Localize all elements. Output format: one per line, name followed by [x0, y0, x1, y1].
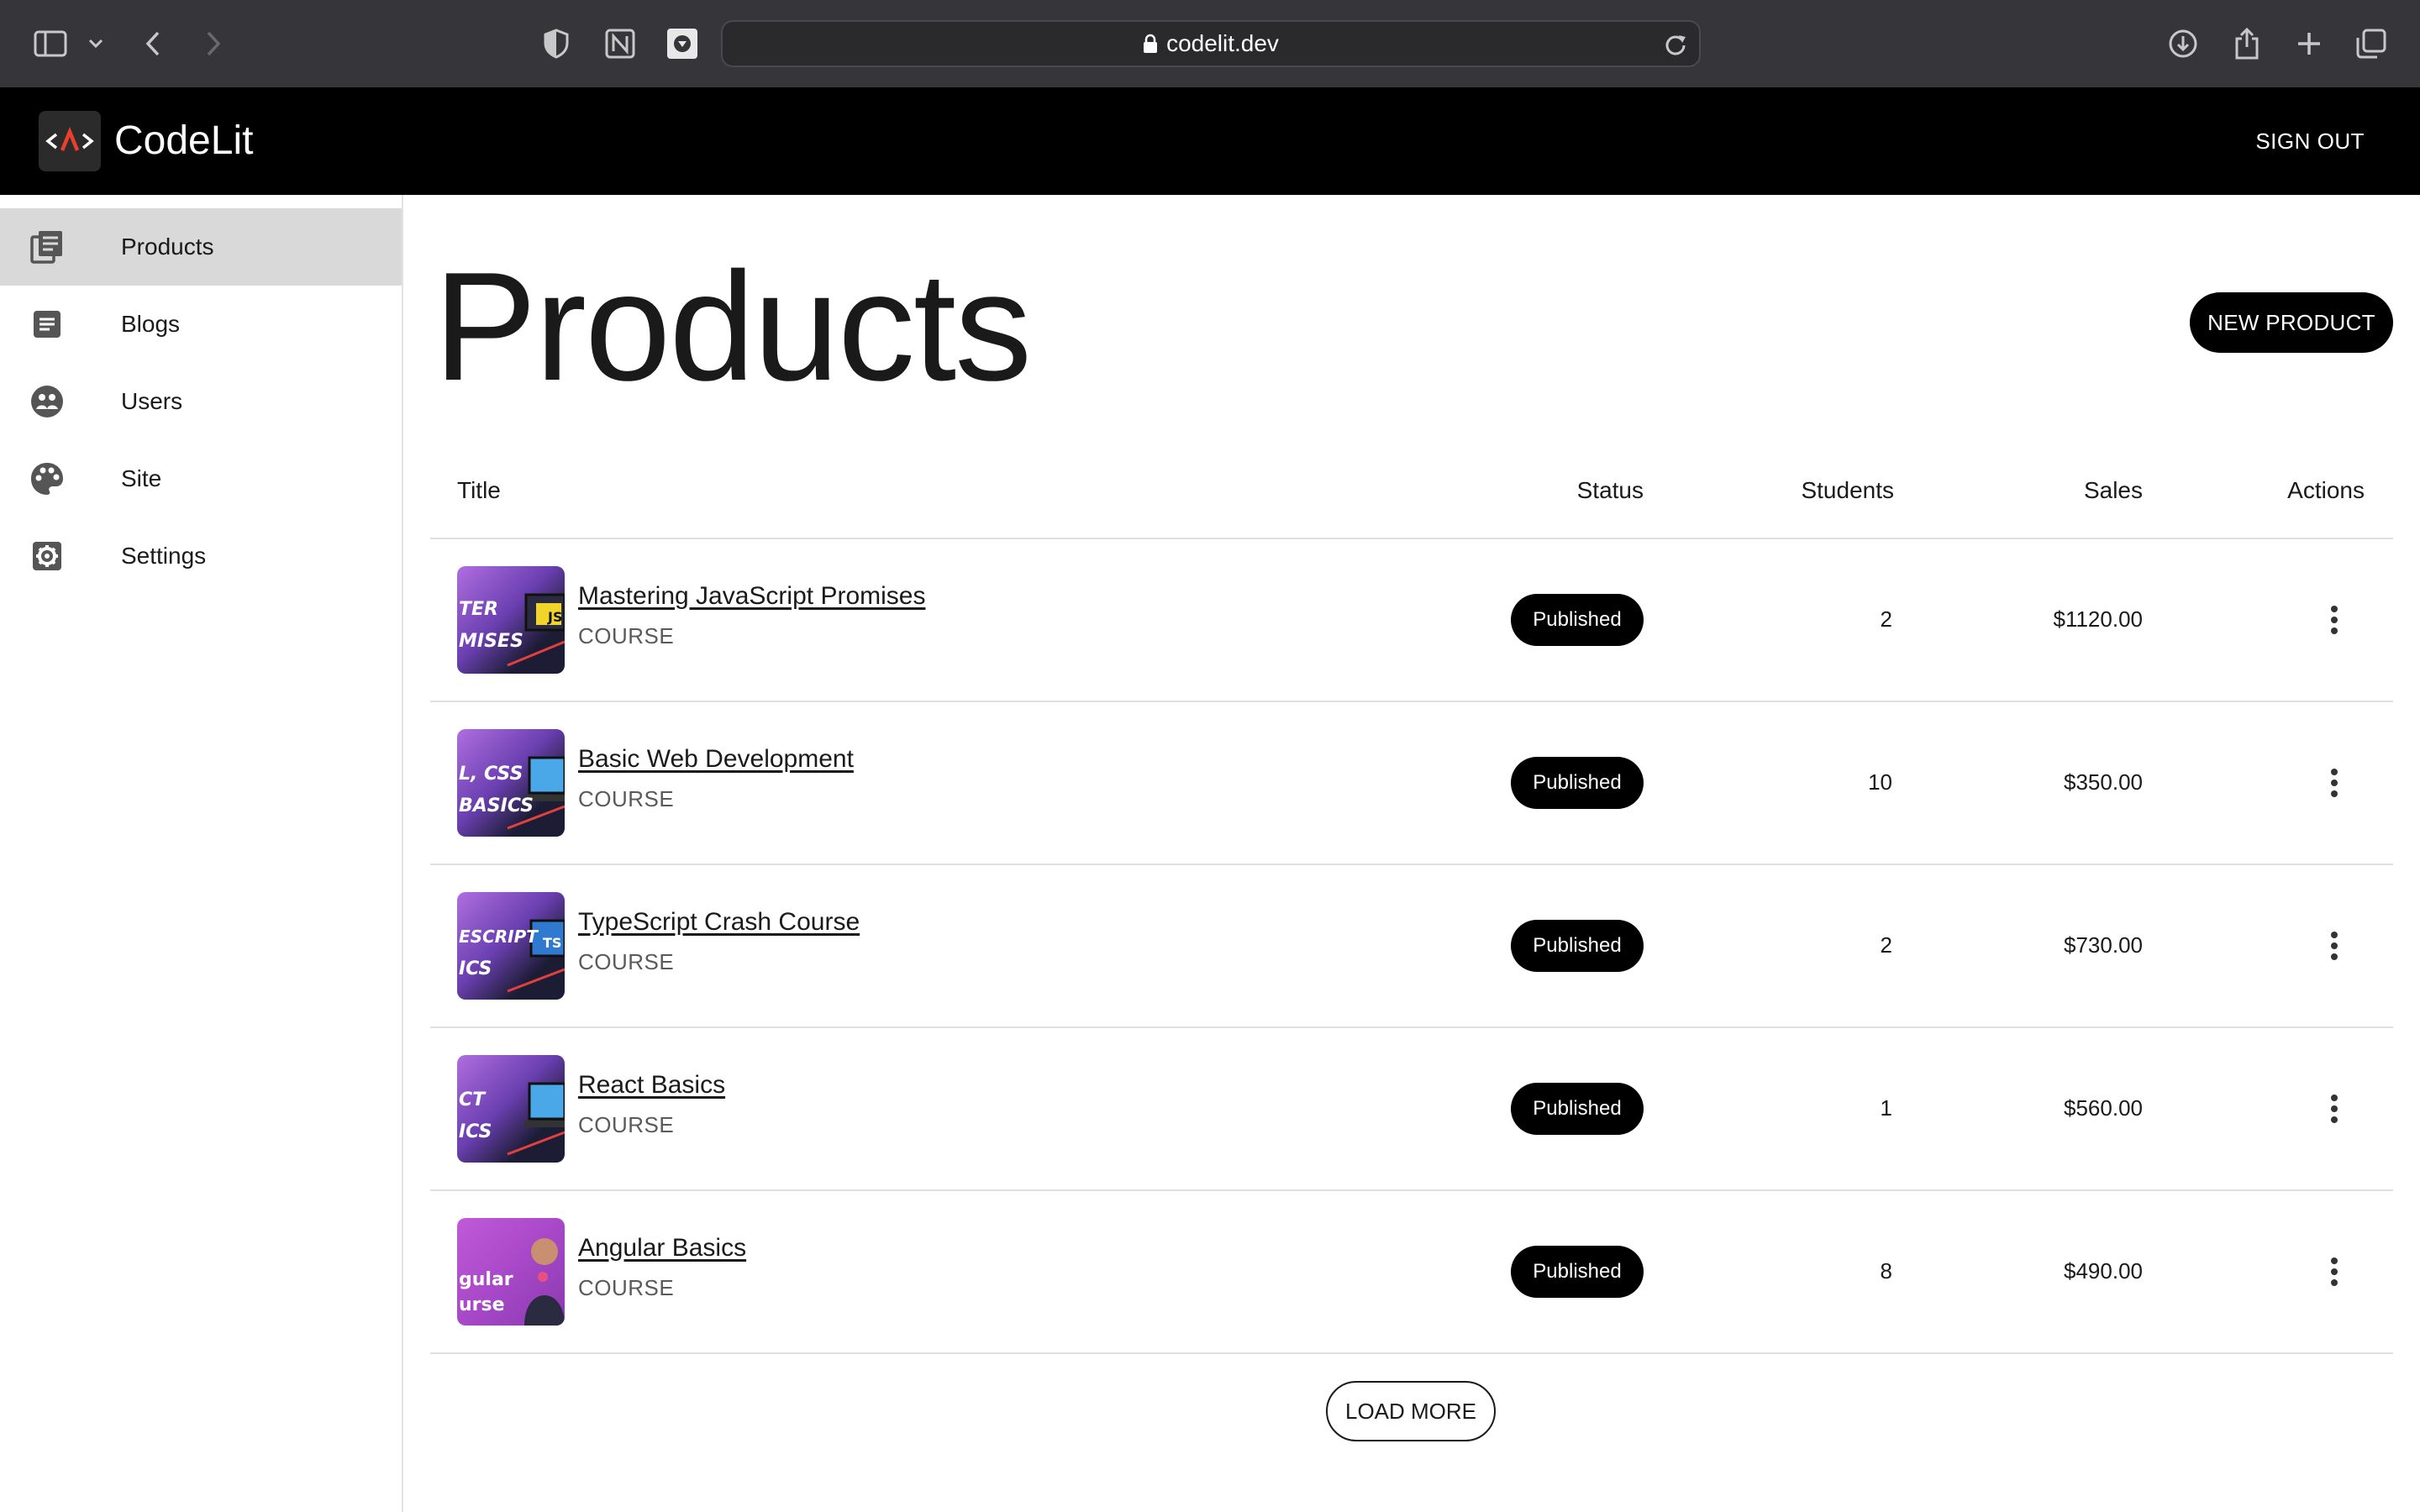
- product-title-link[interactable]: Mastering JavaScript Promises: [578, 580, 925, 613]
- sidebar-item-products[interactable]: Products: [0, 208, 402, 286]
- table-row: CT ICS React Basics COURSE Published 1 $…: [430, 1028, 2393, 1191]
- browser-toolbar: codelit.dev: [0, 0, 2420, 87]
- sidebar-toggle-icon[interactable]: [32, 25, 69, 62]
- table-row: TS ESCRIPT ICS TypeScript Crash Course C…: [430, 865, 2393, 1028]
- url-text: codelit.dev: [1166, 30, 1279, 57]
- status-badge: Published: [1511, 920, 1644, 972]
- svg-text:JS: JS: [547, 609, 562, 625]
- column-header-title: Title: [457, 475, 501, 506]
- column-header-status: Status: [1577, 475, 1644, 506]
- sidebar-item-settings[interactable]: Settings: [0, 517, 402, 595]
- load-more-button[interactable]: LOAD MORE: [1326, 1381, 1496, 1441]
- sales-value: $490.00: [2064, 1256, 2143, 1286]
- product-thumbnail[interactable]: gular urse: [457, 1218, 565, 1326]
- product-type: COURSE: [578, 948, 674, 976]
- sidebar-item-site[interactable]: Site: [0, 440, 402, 517]
- gear-icon: [29, 538, 66, 575]
- more-actions-icon[interactable]: [2312, 924, 2356, 968]
- users-icon: [29, 383, 66, 420]
- page-title: Products: [434, 242, 1030, 410]
- students-count: 10: [1868, 767, 1892, 797]
- svg-text:TS: TS: [543, 935, 561, 951]
- sidebar-item-blogs[interactable]: Blogs: [0, 286, 402, 363]
- table-row: gular urse Angular Basics COURSE Publish…: [430, 1191, 2393, 1354]
- sales-value: $1120.00: [2053, 604, 2143, 634]
- blogs-icon: [29, 306, 66, 343]
- more-actions-icon[interactable]: [2312, 598, 2356, 642]
- sales-value: $350.00: [2064, 767, 2143, 797]
- students-count: 2: [1881, 930, 1892, 960]
- chevron-down-icon[interactable]: [77, 25, 114, 62]
- back-icon[interactable]: [134, 25, 171, 62]
- product-thumbnail[interactable]: TS ESCRIPT ICS: [457, 892, 565, 1000]
- status-badge: Published: [1511, 757, 1644, 809]
- svg-text:L, CSS: L, CSS: [459, 764, 523, 785]
- share-icon[interactable]: [2228, 25, 2265, 62]
- table-row: JS TER MISES Mastering JavaScript Promis…: [430, 539, 2393, 702]
- students-count: 2: [1881, 604, 1892, 634]
- sidebar-item-label: Blogs: [121, 309, 180, 339]
- sales-value: $560.00: [2064, 1093, 2143, 1123]
- svg-text:ICS: ICS: [459, 958, 492, 979]
- logo[interactable]: [39, 111, 101, 171]
- tabs-overview-icon[interactable]: [2353, 25, 2390, 62]
- table-row: L, CSS BASICS Basic Web Development COUR…: [430, 702, 2393, 865]
- extension-icon[interactable]: [664, 25, 701, 62]
- product-type: COURSE: [578, 1110, 674, 1139]
- status-badge: Published: [1511, 1246, 1644, 1298]
- sidebar-item-users[interactable]: Users: [0, 363, 402, 440]
- more-actions-icon[interactable]: [2312, 1250, 2356, 1294]
- sidebar-item-label: Site: [121, 464, 161, 494]
- app-header: CodeLit SIGN OUT: [0, 87, 2420, 195]
- svg-text:BASICS: BASICS: [459, 795, 534, 816]
- product-type: COURSE: [578, 622, 674, 650]
- download-icon[interactable]: [2165, 25, 2202, 62]
- product-type: COURSE: [578, 785, 674, 813]
- product-thumbnail[interactable]: CT ICS: [457, 1055, 565, 1163]
- svg-text:urse: urse: [459, 1294, 505, 1315]
- lock-icon: [1143, 34, 1158, 54]
- new-product-button[interactable]: NEW PRODUCT: [2190, 292, 2393, 353]
- svg-text:gular: gular: [459, 1269, 513, 1290]
- more-actions-icon[interactable]: [2312, 761, 2356, 805]
- brand-name[interactable]: CodeLit: [114, 116, 253, 166]
- product-thumbnail[interactable]: JS TER MISES: [457, 566, 565, 674]
- forward-icon[interactable]: [195, 25, 232, 62]
- svg-text:CT: CT: [459, 1089, 487, 1110]
- notion-extension-icon[interactable]: [602, 25, 639, 62]
- sales-value: $730.00: [2064, 930, 2143, 960]
- product-title-link[interactable]: TypeScript Crash Course: [578, 906, 860, 939]
- students-count: 8: [1881, 1256, 1892, 1286]
- sidebar-item-label: Products: [121, 232, 214, 262]
- palette-icon: [29, 460, 66, 497]
- sidebar: Products Blogs Users Site Settings: [0, 195, 403, 1512]
- product-type: COURSE: [578, 1273, 674, 1302]
- svg-text:TER: TER: [459, 599, 498, 620]
- svg-text:ICS: ICS: [459, 1121, 492, 1142]
- sidebar-item-label: Users: [121, 386, 182, 417]
- product-title-link[interactable]: Basic Web Development: [578, 743, 854, 776]
- reload-icon[interactable]: [1664, 32, 1687, 61]
- status-badge: Published: [1511, 594, 1644, 646]
- svg-text:ESCRIPT: ESCRIPT: [459, 927, 539, 947]
- product-thumbnail[interactable]: L, CSS BASICS: [457, 729, 565, 837]
- sidebar-item-label: Settings: [121, 541, 206, 571]
- table-divider: [430, 1352, 2393, 1354]
- new-tab-icon[interactable]: [2291, 25, 2328, 62]
- shield-icon[interactable]: [538, 25, 575, 62]
- svg-text:MISES: MISES: [459, 631, 523, 652]
- sign-out-button[interactable]: SIGN OUT: [2255, 124, 2365, 158]
- column-header-sales: Sales: [2084, 475, 2143, 506]
- column-header-students: Students: [1801, 475, 1894, 506]
- more-actions-icon[interactable]: [2312, 1087, 2356, 1131]
- column-header-actions: Actions: [2287, 475, 2365, 506]
- status-badge: Published: [1511, 1083, 1644, 1135]
- address-bar[interactable]: codelit.dev: [721, 20, 1701, 67]
- product-title-link[interactable]: React Basics: [578, 1068, 725, 1102]
- product-title-link[interactable]: Angular Basics: [578, 1231, 746, 1265]
- students-count: 1: [1881, 1093, 1892, 1123]
- products-icon: [29, 228, 66, 265]
